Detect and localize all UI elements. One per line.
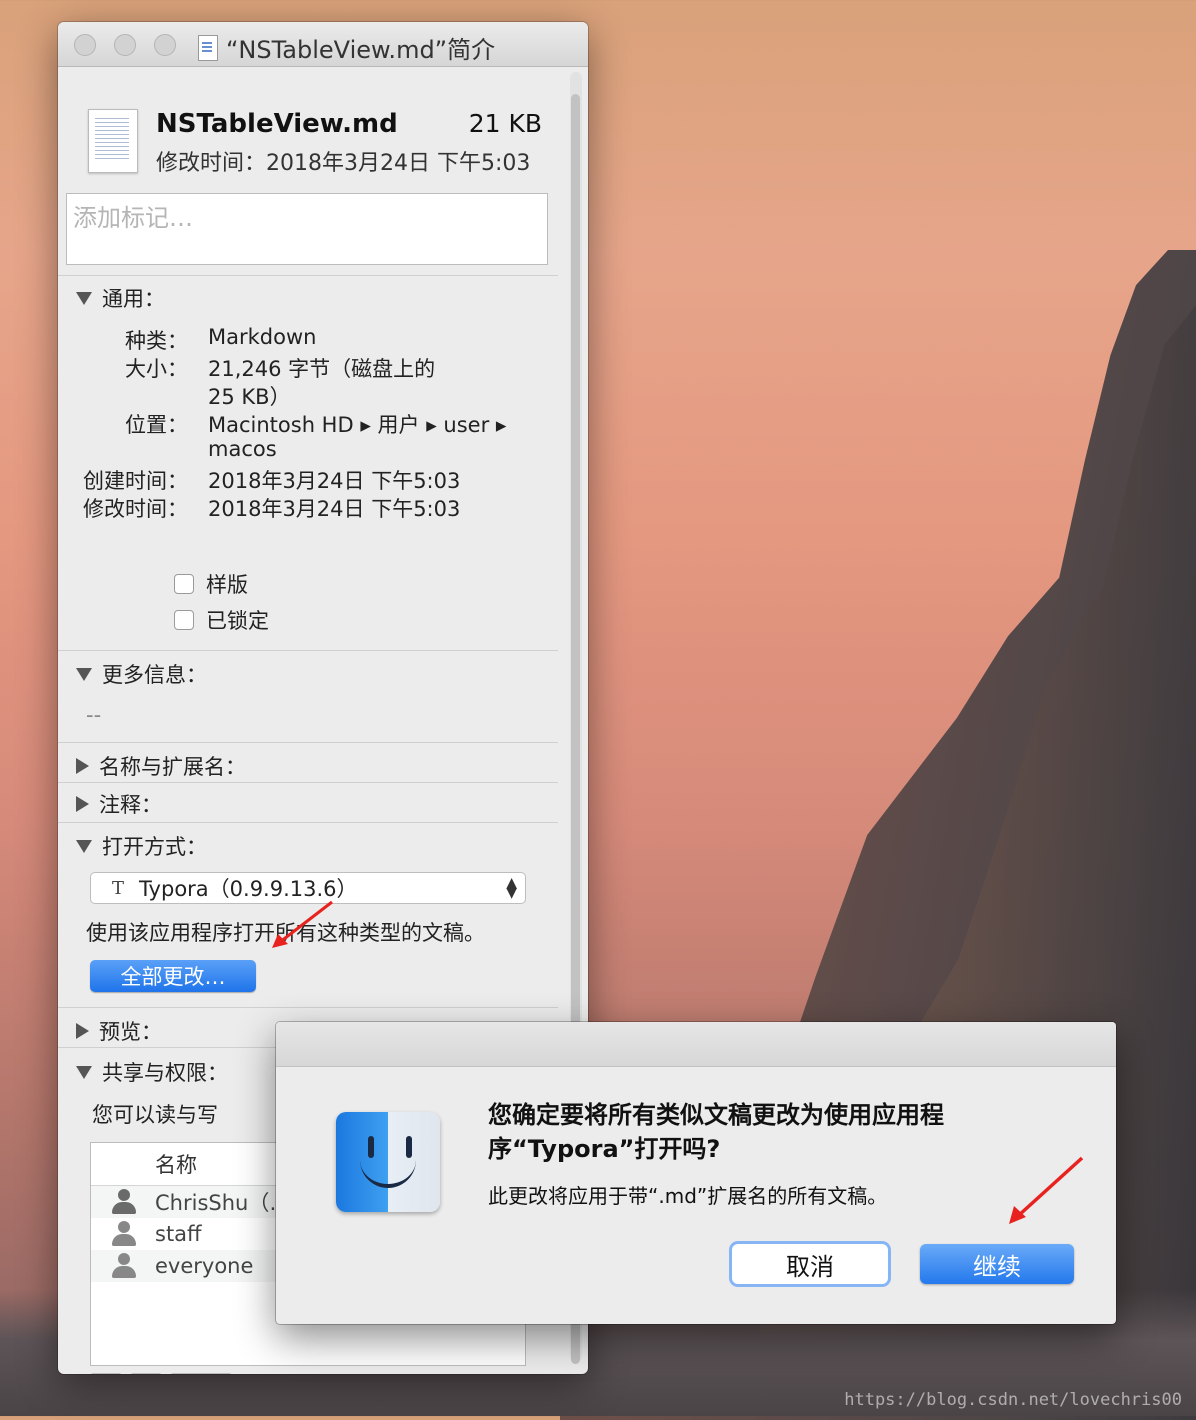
divider: [58, 822, 558, 823]
confirm-dialog: 您确定要将所有类似文稿更改为使用应用程序“Typora”打开吗? 此更改将应用于…: [276, 1022, 1116, 1324]
where-label: 位置：: [125, 413, 188, 437]
continue-button[interactable]: 继续: [920, 1244, 1074, 1284]
permission-user-name: ChrisShu（…: [155, 1191, 291, 1215]
checkbox-box[interactable]: [174, 610, 194, 630]
comments-section-toggle[interactable]: 注释：: [76, 789, 162, 819]
preview-section-toggle[interactable]: 预览：: [76, 1016, 162, 1046]
kind-value: Markdown: [208, 325, 317, 349]
disclosure-down-icon: [76, 839, 92, 853]
general-section-toggle[interactable]: 通用：: [76, 283, 165, 313]
close-window-button[interactable]: [74, 34, 96, 56]
disclosure-right-icon: [76, 758, 89, 774]
chevron-updown-icon: ▲ ▼: [506, 875, 517, 901]
modified-value: 2018年3月24日 下午5:03: [208, 497, 461, 521]
more-info-header: 更多信息：: [102, 663, 207, 687]
file-modified: 修改时间：2018年3月24日 下午5:03: [156, 151, 531, 176]
remove-user-button[interactable]: −: [130, 1373, 162, 1374]
divider: [58, 1007, 558, 1008]
file-size: 21 KB: [468, 109, 542, 138]
sharing-status: 您可以读与写: [92, 1103, 218, 1127]
size-label: 大小：: [125, 357, 188, 381]
permission-group-name: staff: [155, 1222, 202, 1246]
size-value-line1: 21,246 字节（磁盘上的: [208, 357, 436, 381]
preview-header: 预览：: [99, 1020, 162, 1044]
general-header: 通用：: [102, 287, 165, 311]
locked-checkbox[interactable]: 已锁定: [174, 605, 269, 635]
divider: [58, 782, 558, 783]
where-value-line2: macos: [208, 437, 277, 461]
minimize-window-button[interactable]: [114, 34, 136, 56]
zoom-window-button[interactable]: [154, 34, 176, 56]
size-value-line2: 25 KB）: [208, 385, 291, 409]
dialog-message: 此更改将应用于带“.md”扩展名的所有文稿。: [488, 1184, 888, 1208]
disclosure-right-icon: [76, 1023, 89, 1039]
permissions-footer: + − ⚙▾: [90, 1373, 232, 1374]
sharing-header: 共享与权限：: [102, 1061, 228, 1085]
stationery-label: 样版: [206, 573, 248, 597]
tags-input[interactable]: 添加标记…: [66, 193, 548, 265]
window-title-text: “NSTableView.md”简介: [226, 36, 496, 64]
change-all-button[interactable]: 全部更改…: [90, 960, 256, 992]
divider: [58, 742, 558, 743]
divider: [58, 275, 558, 276]
disclosure-right-icon: [76, 796, 89, 812]
cancel-button[interactable]: 取消: [732, 1244, 888, 1284]
open-with-header: 打开方式：: [102, 835, 207, 859]
red-arrow-icon: [272, 900, 333, 948]
created-label: 创建时间：: [83, 469, 188, 493]
dialog-title: 您确定要将所有类似文稿更改为使用应用程序“Typora”打开吗?: [488, 1101, 944, 1163]
permission-everyone-name: everyone: [155, 1254, 254, 1278]
stationery-checkbox[interactable]: 样版: [174, 569, 248, 599]
disclosure-down-icon: [76, 1065, 92, 1079]
finder-icon: [336, 1112, 440, 1212]
disclosure-down-icon: [76, 667, 92, 681]
created-value: 2018年3月24日 下午5:03: [208, 469, 461, 493]
name-ext-section-toggle[interactable]: 名称与扩展名：: [76, 751, 246, 781]
document-icon: [198, 34, 218, 61]
file-name: NSTableView.md: [156, 109, 398, 139]
disclosure-down-icon: [76, 291, 92, 305]
gear-icon[interactable]: ⚙▾: [170, 1373, 232, 1374]
watermark: https://blog.csdn.net/lovechris00: [844, 1390, 1182, 1410]
locked-label: 已锁定: [206, 609, 269, 633]
checkbox-box[interactable]: [174, 574, 194, 594]
kind-label: 种类：: [125, 329, 188, 353]
more-info-value: --: [86, 703, 102, 727]
modified-label: 修改时间：: [83, 497, 188, 521]
window-title: “NSTableView.md”简介: [198, 30, 495, 65]
open-with-section-toggle[interactable]: 打开方式：: [76, 831, 207, 861]
dialog-top-bar: [276, 1022, 1116, 1067]
typora-app-icon: T: [111, 877, 124, 899]
group-icon: [109, 1221, 139, 1247]
sharing-section-toggle[interactable]: 共享与权限：: [76, 1057, 228, 1087]
divider: [58, 650, 558, 651]
user-icon: [109, 1189, 139, 1215]
add-user-button[interactable]: +: [90, 1373, 122, 1374]
more-info-section-toggle[interactable]: 更多信息：: [76, 659, 207, 689]
everyone-icon: [109, 1253, 139, 1279]
where-value-line1: Macintosh HD ▸ 用户 ▸ user ▸: [208, 413, 507, 437]
markdown-file-icon: [88, 109, 138, 173]
red-arrow-icon: [1009, 1156, 1084, 1224]
name-ext-header: 名称与扩展名：: [99, 755, 246, 779]
title-bar[interactable]: “NSTableView.md”简介: [58, 22, 588, 67]
comments-header: 注释：: [99, 793, 162, 817]
